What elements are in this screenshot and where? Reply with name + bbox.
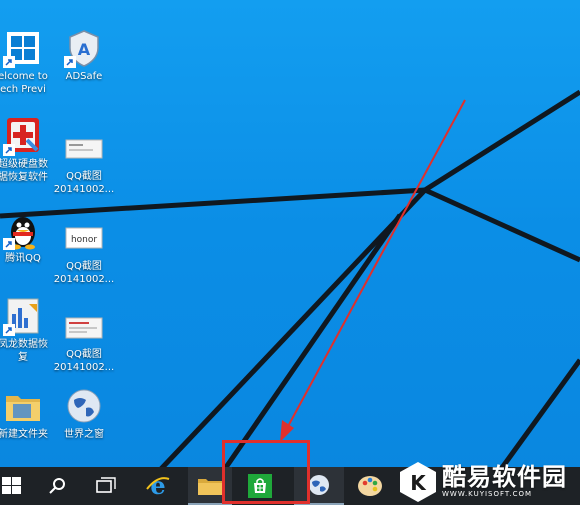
watermark: K 酷易软件园 WWW.KUYISOFT.COM [398,458,580,505]
desktop-icon-disk-recovery[interactable]: 超级硬盘数 据恢复软件 [0,116,52,184]
welcome-tile-icon [3,28,43,68]
watermark-title: 酷易软件园 [442,463,567,491]
adsafe-shield-icon: A [64,28,104,68]
desktop-icon-label: 超级硬盘数 据恢复软件 [0,159,48,183]
file-explorer-icon [198,479,222,495]
desktop-icon-welcome[interactable]: elcome to ech Previ [0,28,52,96]
desktop-icon-label: ADSafe [65,71,103,82]
watermark-logo-letter: K [410,471,427,495]
qq-penguin-icon [3,210,43,250]
desktop-icon-label: 腾讯QQ [5,253,41,264]
desktop-icon-theworld-browser[interactable]: 世界之窗 [55,386,113,441]
honor-screenshot-icon: honor [64,218,104,258]
start-icon [2,477,21,494]
svg-text:A: A [78,40,91,59]
desktop-icon-label: 凤龙数据恢 复 [0,339,48,363]
desktop-icon-qq-screenshot-2[interactable]: honor QQ截图 20141002... [53,218,115,286]
desktop-icon-adsafe[interactable]: A ADSafe [55,28,113,83]
shortcut-arrow-icon [3,56,15,68]
taskbar-internet-explorer[interactable]: e [138,467,178,505]
desktop-icon-label: QQ截图 20141002... [53,171,115,195]
paint-palette-icon [358,476,382,496]
task-view-icon [96,477,116,493]
watermark-url: WWW.KUYISOFT.COM [442,490,533,498]
shortcut-arrow-icon [3,238,15,250]
desktop-icon-qq-screenshot-3[interactable]: QQ截图 20141002... [53,306,115,374]
svg-text:e: e [150,473,165,499]
desktop-icon-new-folder[interactable]: 新建文件夹 [0,386,52,441]
honor-logo-text: honor [71,235,97,245]
search-icon [49,478,65,494]
task-view-button[interactable] [88,467,124,505]
screenshot-thumbnail-icon [64,306,104,346]
data-recovery-icon [3,296,43,336]
globe-browser-icon [309,475,329,495]
screenshot-thumbnail-icon [64,128,104,168]
folder-icon [3,386,43,426]
shortcut-arrow-icon [64,56,76,68]
start-button[interactable] [0,467,24,505]
desktop-icon-label: QQ截图 20141002... [53,349,115,373]
desktop-icon-label: QQ截图 20141002... [53,261,115,285]
desktop-icon-label: 新建文件夹 [0,429,48,440]
watermark-logo-icon: K [400,461,436,502]
search-button[interactable] [40,467,76,505]
shortcut-arrow-icon [3,324,15,336]
desktop-icon-qq[interactable]: 腾讯QQ [0,210,52,265]
annotation-highlight-box [222,440,310,504]
disk-recovery-icon [3,116,43,156]
desktop-icon-label: elcome to ech Previ [0,71,48,95]
desktop-icon-label: 世界之窗 [64,429,104,440]
globe-browser-icon [64,386,104,426]
desktop: elcome to ech Previ 超级硬盘数 据恢复软件 腾讯QQ 凤龙数… [0,0,580,505]
desktop-icon-qq-screenshot-1[interactable]: QQ截图 20141002... [53,128,115,196]
internet-explorer-icon: e [146,473,170,499]
shortcut-arrow-icon [3,144,15,156]
taskbar-paint[interactable] [350,467,390,505]
desktop-icon-data-recovery[interactable]: 凤龙数据恢 复 [0,296,52,364]
